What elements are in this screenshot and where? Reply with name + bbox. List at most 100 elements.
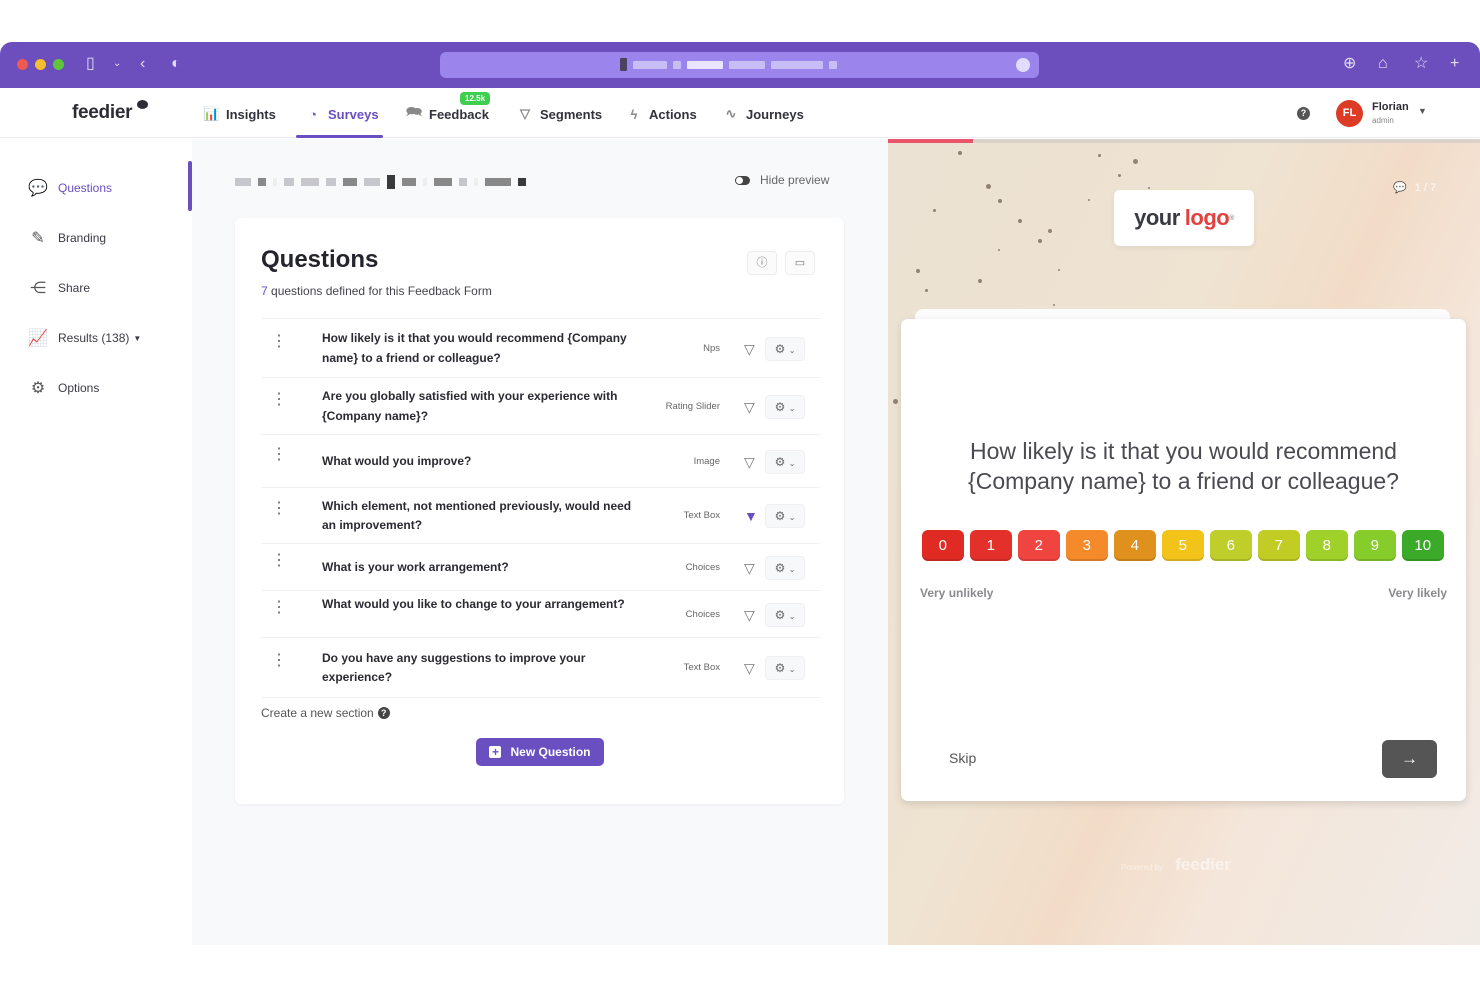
sidebar-toggle-icon[interactable]: ▯	[86, 54, 95, 74]
question-text[interactable]: What would you like to change to your ar…	[322, 595, 642, 615]
home-icon[interactable]: ⌂	[1378, 54, 1388, 74]
sidebar-item-options[interactable]: ⚙ Options	[28, 378, 100, 398]
nps-option-6[interactable]: 6	[1210, 530, 1252, 561]
nps-option-2[interactable]: 2	[1018, 530, 1060, 561]
settings-dropdown[interactable]: ⚙ ⌄	[765, 656, 805, 680]
help-circle-icon[interactable]: ?	[377, 707, 390, 719]
drag-handle-icon[interactable]: ⋮	[271, 391, 287, 407]
nav-segments[interactable]: ▽ Segments	[517, 104, 602, 124]
filter-icon[interactable]: ▼	[744, 509, 758, 523]
feedier-logo[interactable]: feedier	[72, 102, 133, 124]
question-text[interactable]: How likely is it that you would recommen…	[322, 329, 642, 368]
question-row[interactable]: ⋮ Which element, not mentioned previously…	[261, 487, 820, 543]
skip-button[interactable]: Skip	[949, 750, 976, 766]
privacy-shield-icon[interactable]: ◐	[171, 54, 181, 74]
user-name[interactable]: Florian	[1372, 101, 1409, 113]
nps-option-9[interactable]: 9	[1354, 530, 1396, 561]
filter-icon[interactable]: ▽	[744, 608, 758, 622]
question-text[interactable]: Which element, not mentioned previously,…	[322, 497, 642, 536]
maximize-window-button[interactable]	[53, 59, 64, 70]
sidebar-item-share[interactable]: ⋲ Share	[28, 278, 90, 298]
speckle	[933, 209, 936, 212]
chevron-down-icon: ⌄	[788, 458, 796, 468]
nps-option-5[interactable]: 5	[1162, 530, 1204, 561]
question-text[interactable]: What would you improve?	[322, 452, 642, 472]
user-menu-caret-icon[interactable]: ▼	[1418, 106, 1427, 116]
help-button[interactable]: ⓘ	[747, 251, 777, 275]
settings-dropdown[interactable]: ⚙ ⌄	[765, 602, 805, 627]
nav-journeys[interactable]: ∿ Journeys	[723, 104, 804, 124]
caret-down-icon[interactable]: ▼	[133, 334, 141, 343]
filter-icon[interactable]: ▽	[744, 661, 758, 675]
powered-by-footer[interactable]: Powered by feedier	[1121, 855, 1231, 875]
question-text[interactable]: Do you have any suggestions to improve y…	[322, 649, 642, 688]
new-tab-icon[interactable]: +	[1450, 54, 1459, 74]
nps-option-3[interactable]: 3	[1066, 530, 1108, 561]
question-text[interactable]: What is your work arrangement?	[322, 558, 642, 578]
question-type: Image	[693, 455, 720, 467]
nav-label: Actions	[649, 106, 697, 122]
app-header: feedier 📊 Insights ◔ Surveys 🗪 Feedback …	[0, 88, 1480, 138]
speckle	[1118, 174, 1121, 177]
address-bar[interactable]	[440, 52, 1039, 78]
toggle-switch[interactable]	[735, 175, 750, 185]
video-button[interactable]: ▭	[785, 251, 815, 275]
nav-actions[interactable]: ϟ Actions	[626, 104, 697, 124]
drag-handle-icon[interactable]: ⋮	[271, 333, 287, 349]
nav-surveys[interactable]: ◔ Surveys	[305, 104, 379, 124]
question-row[interactable]: ⋮ Are you globally satisfied with your ex…	[261, 377, 820, 434]
next-button[interactable]: →	[1382, 740, 1437, 778]
nps-option-10[interactable]: 10	[1402, 530, 1444, 561]
nps-option-1[interactable]: 1	[970, 530, 1012, 561]
sidebar-item-questions[interactable]: 💬 Questions	[28, 178, 112, 198]
drag-handle-icon[interactable]: ⋮	[271, 552, 287, 568]
filter-icon[interactable]: ▽	[744, 561, 758, 575]
drag-handle-icon[interactable]: ⋮	[271, 446, 287, 462]
back-icon[interactable]: ‹	[140, 54, 145, 74]
drag-handle-icon[interactable]: ⋮	[271, 599, 287, 615]
sidebar-item-branding[interactable]: ✎ Branding	[28, 228, 106, 248]
new-question-button[interactable]: + New Question	[476, 738, 604, 766]
nps-option-8[interactable]: 8	[1306, 530, 1348, 561]
create-section-link[interactable]: Create a new section ?	[261, 706, 390, 720]
settings-dropdown[interactable]: ⚙ ⌄	[765, 449, 805, 474]
settings-dropdown[interactable]: ⚙ ⌄	[765, 394, 805, 419]
chevron-down-icon[interactable]: ⌄	[113, 54, 121, 74]
download-icon[interactable]: ⊕	[1343, 54, 1356, 74]
settings-dropdown[interactable]: ⚙ ⌄	[765, 504, 805, 528]
close-window-button[interactable]	[17, 59, 28, 70]
nav-insights[interactable]: 📊 Insights	[203, 104, 276, 124]
question-row[interactable]: ⋮ What would you improve? Image ▽ ⚙ ⌄	[261, 434, 820, 487]
minimize-window-button[interactable]	[35, 59, 46, 70]
chat-icon: 🗪	[406, 104, 423, 119]
gear-icon: ⚙	[774, 607, 786, 622]
survey-question-text: How likely is it that you would recommen…	[968, 438, 1399, 494]
drag-handle-icon[interactable]: ⋮	[271, 501, 287, 517]
nps-option-4[interactable]: 4	[1114, 530, 1156, 561]
question-row[interactable]: ⋮ Do you have any suggestions to improve …	[261, 637, 820, 697]
nps-option-0[interactable]: 0	[922, 530, 964, 561]
filter-icon[interactable]: ▽	[744, 455, 758, 469]
filter-icon[interactable]: ▽	[744, 342, 758, 356]
drag-handle-icon[interactable]: ⋮	[271, 653, 287, 669]
question-text[interactable]: Are you globally satisfied with your exp…	[322, 387, 642, 426]
chevron-down-icon: ⌄	[788, 345, 796, 355]
help-icon[interactable]: ?	[1297, 107, 1310, 120]
questions-editor: Hide preview Questions 7 questions defin…	[192, 139, 888, 945]
reader-icon[interactable]	[1016, 58, 1030, 72]
nps-option-7[interactable]: 7	[1258, 530, 1300, 561]
settings-dropdown[interactable]: ⚙ ⌄	[765, 336, 805, 361]
question-row[interactable]: ⋮ How likely is it that you would recomme…	[261, 318, 820, 377]
question-row[interactable]: ⋮ What is your work arrangement? Choices ▽ ⚙…	[261, 543, 820, 590]
settings-dropdown[interactable]: ⚙ ⌄	[765, 555, 805, 580]
question-row[interactable]: ⋮ What would you like to change to your a…	[261, 590, 820, 637]
video-camera-icon: ▭	[794, 257, 806, 269]
sidebar-label: Results (138)	[58, 331, 130, 345]
nav-feedback[interactable]: 🗪 Feedback	[406, 104, 489, 124]
filter-icon[interactable]: ▽	[744, 400, 758, 414]
nav-label: Feedback	[429, 106, 489, 122]
sidebar-item-results[interactable]: 📈 Results (138) ▼	[28, 328, 141, 348]
user-avatar[interactable]: FL	[1336, 100, 1363, 127]
star-icon[interactable]: ☆	[1414, 54, 1428, 74]
hide-preview-toggle[interactable]: Hide preview	[735, 173, 829, 187]
